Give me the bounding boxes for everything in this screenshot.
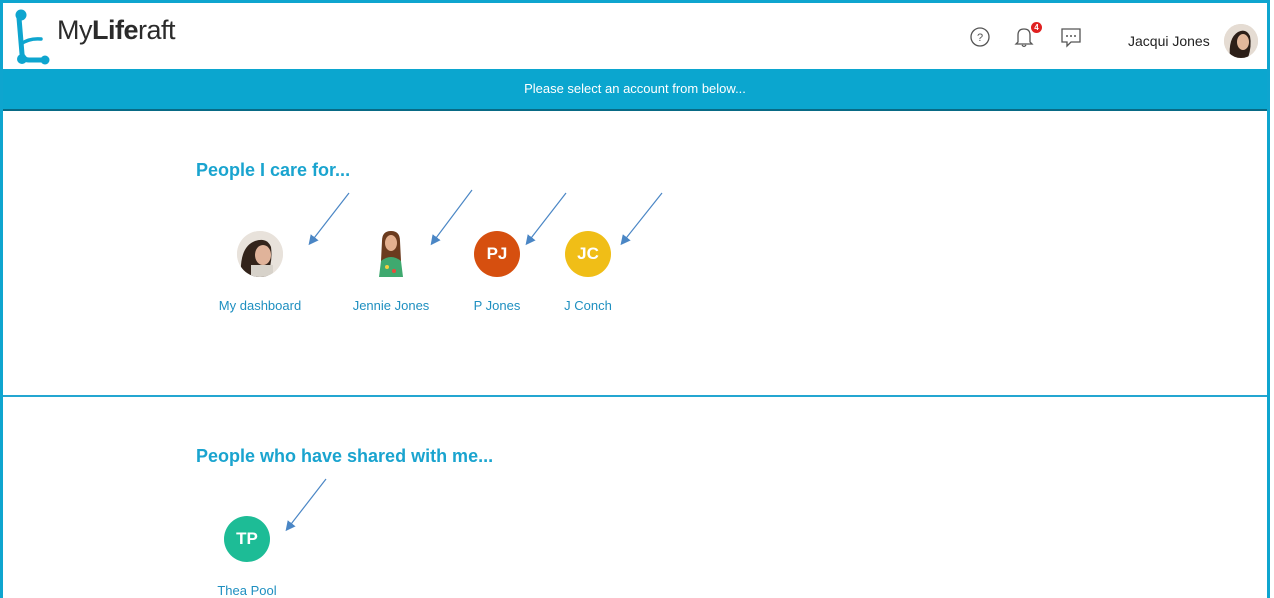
person-my-dashboard[interactable]: My dashboard: [205, 231, 315, 313]
logo-icon: [15, 9, 50, 65]
avatar: [237, 231, 283, 277]
user-avatar[interactable]: [1224, 24, 1258, 58]
shared-section-title: People who have shared with me...: [196, 446, 494, 466]
care-section-title: People I care for...: [196, 160, 351, 180]
person-jennie-jones[interactable]: Jennie Jones: [336, 231, 446, 313]
help-icon: ?: [970, 27, 990, 47]
logo[interactable]: MyLiferaft: [11, 9, 176, 65]
avatar: [368, 231, 414, 277]
chat-icon: [1061, 28, 1081, 48]
person-thea-pool[interactable]: TP Thea Pool: [192, 516, 302, 598]
person-name: J Conch: [564, 298, 612, 313]
svg-text:?: ?: [977, 32, 983, 44]
person-name: My dashboard: [218, 298, 302, 313]
initials-avatar: JC: [565, 231, 611, 277]
logo-text: MyLiferaft: [57, 14, 176, 45]
user-name[interactable]: Jacqui Jones: [1128, 33, 1210, 49]
initials-avatar: PJ: [474, 231, 520, 277]
person-name: Thea Pool: [217, 583, 277, 598]
person-j-conch[interactable]: JC J Conch: [533, 231, 643, 313]
person-name: Jennie Jones: [352, 298, 430, 313]
notification-badge: 4: [1031, 22, 1042, 33]
section-divider: [3, 395, 1267, 397]
help-button[interactable]: ?: [968, 25, 992, 49]
top-bar: MyLiferaft ? 4: [3, 3, 1267, 69]
messages-button[interactable]: [1059, 25, 1083, 49]
account-select-banner: Please select an account from below...: [3, 69, 1267, 111]
initials-avatar: TP: [224, 516, 270, 562]
